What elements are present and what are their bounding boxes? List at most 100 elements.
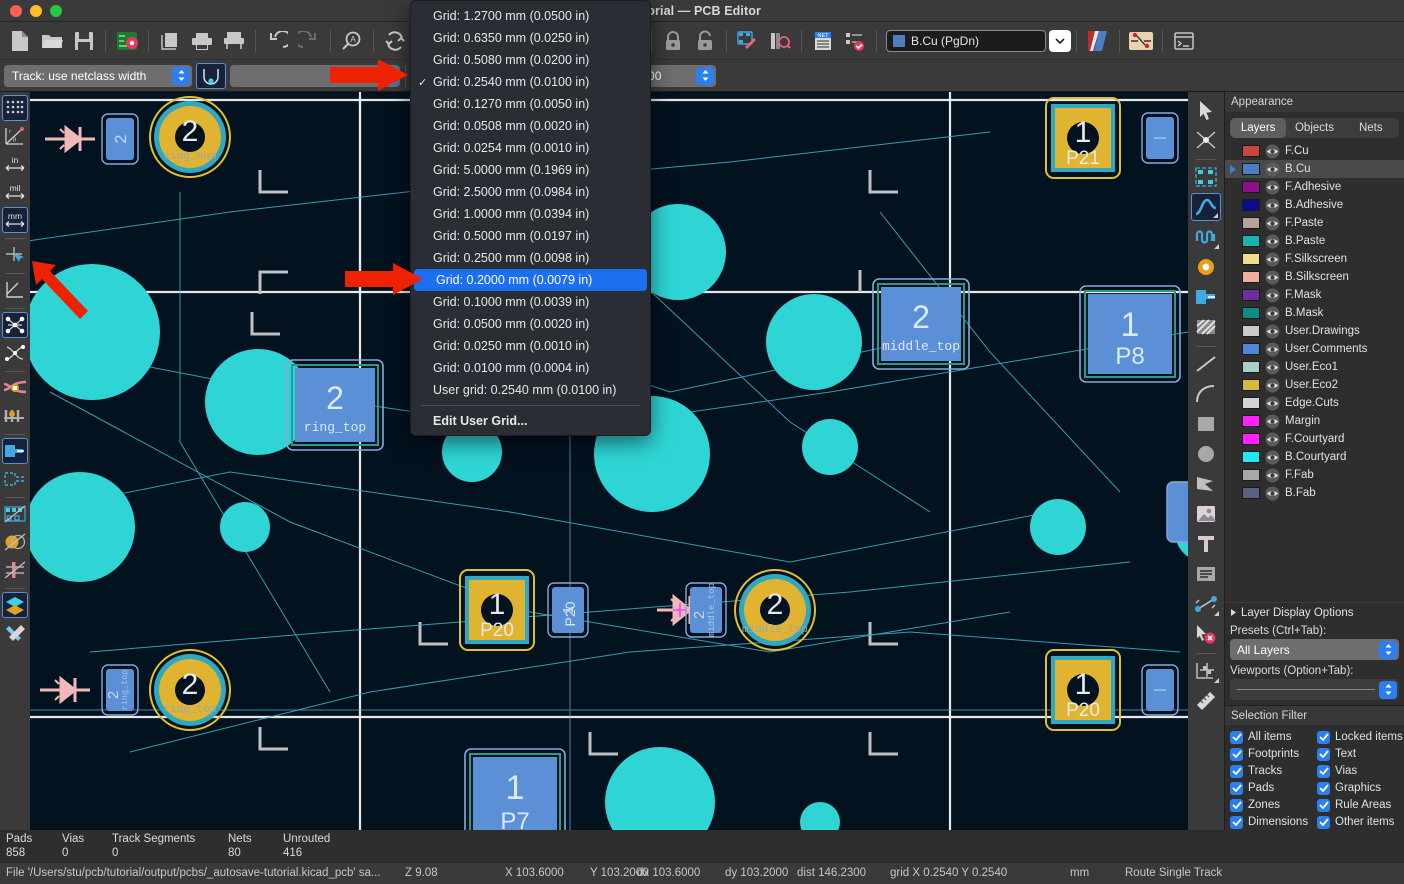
new-board-button[interactable] [5,26,35,56]
layer-row-f-cu[interactable]: F.Cu [1225,142,1404,160]
layer-row-b-cu[interactable]: B.Cu [1225,160,1404,178]
eye-icon[interactable] [1265,162,1280,177]
grid-menu-item-17[interactable]: User grid: 0.2540 mm (0.0100 in) [411,379,650,401]
eye-icon[interactable] [1265,378,1280,393]
layer-color-swatch[interactable] [1242,289,1260,301]
selection-filter-rule-areas[interactable]: Rule Areas [1317,797,1404,813]
layer-row-f-fab[interactable]: F.Fab [1225,466,1404,484]
toggle-grid-button[interactable] [2,95,28,121]
layer-color-swatch[interactable] [1242,469,1260,481]
layer-pairs-button[interactable] [1083,26,1113,56]
layer-color-swatch[interactable] [1242,397,1260,409]
grid-menu-item-11[interactable]: Grid: 0.2500 mm (0.0098 in) [411,247,650,269]
selection-filter-pads[interactable]: Pads [1230,780,1317,796]
layer-row-f-paste[interactable]: F.Paste [1225,214,1404,232]
viewports-selector[interactable] [1230,679,1399,700]
toggle-cursor-button[interactable] [2,242,28,268]
layer-color-swatch[interactable] [1242,163,1260,175]
draw-polygon-tool-button[interactable] [1191,470,1221,498]
grid-menu-item-0[interactable]: Grid: 1.2700 mm (0.0500 in) [411,5,650,27]
graphics-outline-button[interactable] [2,529,28,555]
presets-stepper[interactable] [1379,641,1397,659]
pad-display-mode-button[interactable] [2,501,28,527]
eye-icon[interactable] [1265,234,1280,249]
redo-button[interactable] [294,26,324,56]
eye-icon[interactable] [1265,180,1280,195]
layer-color-swatch[interactable] [1242,325,1260,337]
checkbox-icon[interactable] [1230,782,1243,795]
checkbox-icon[interactable] [1317,799,1330,812]
layer-row-user-drawings[interactable]: User.Drawings [1225,322,1404,340]
layer-color-swatch[interactable] [1242,235,1260,247]
layers-list[interactable]: F.CuB.CuF.AdhesiveB.AdhesiveF.PasteB.Pas… [1225,140,1404,602]
layer-color-swatch[interactable] [1242,433,1260,445]
lock-button[interactable] [658,26,688,56]
place-image-tool-button[interactable] [1191,500,1221,528]
edit-user-grid-menu-item[interactable]: Edit User Grid... [411,410,650,432]
eye-icon[interactable] [1265,468,1280,483]
units-mils-button[interactable]: mil [2,179,28,205]
eye-icon[interactable] [1265,216,1280,231]
zone-display-filled-button[interactable] [2,438,28,464]
checkbox-icon[interactable] [1230,816,1243,829]
tab-nets[interactable]: Nets [1343,118,1399,138]
selection-filter-zones[interactable]: Zones [1230,797,1317,813]
measure-tool-button[interactable] [1191,687,1221,715]
layer-row-edge-cuts[interactable]: Edge.Cuts [1225,394,1404,412]
grid-menu-item-2[interactable]: Grid: 0.5080 mm (0.0200 in) [411,49,650,71]
selection-filter-vias[interactable]: Vias [1317,763,1404,779]
selection-filter-graphics[interactable]: Graphics [1317,780,1404,796]
library-browser-button[interactable] [765,26,795,56]
checkbox-icon[interactable] [1230,799,1243,812]
via-size-preview[interactable] [196,63,226,89]
selection-filter-other-items[interactable]: Other items [1317,814,1404,830]
layer-color-swatch[interactable] [1242,307,1260,319]
checkbox-icon[interactable] [1317,816,1330,829]
eye-icon[interactable] [1265,252,1280,267]
zoom-stepper[interactable] [696,67,714,85]
page-settings-button[interactable] [155,26,185,56]
draw-circle-tool-button[interactable] [1191,440,1221,468]
eye-icon[interactable] [1265,342,1280,357]
board-setup-button[interactable] [112,26,142,56]
print-button[interactable] [187,26,217,56]
tune-length-tool-button[interactable] [1191,223,1221,251]
eye-icon[interactable] [1265,324,1280,339]
layer-row-b-paste[interactable]: B.Paste [1225,232,1404,250]
eye-icon[interactable] [1265,396,1280,411]
layer-row-b-mask[interactable]: B.Mask [1225,304,1404,322]
via-display-mode-button[interactable] [2,403,28,429]
properties-manager-button[interactable] [2,620,28,646]
net-highlight-button[interactable] [1126,26,1156,56]
grid-menu-item-5[interactable]: Grid: 0.0508 mm (0.0020 in) [411,115,650,137]
checkbox-icon[interactable] [1230,765,1243,778]
grid-menu-item-13[interactable]: Grid: 0.1000 mm (0.0039 in) [411,291,650,313]
route-track-tool-button[interactable] [1191,193,1221,221]
grid-menu-item-15[interactable]: Grid: 0.0250 mm (0.0010 in) [411,335,650,357]
layers-manager-button[interactable] [2,592,28,618]
layer-row-user-eco2[interactable]: User.Eco2 [1225,376,1404,394]
grid-menu-item-7[interactable]: Grid: 5.0000 mm (0.1969 in) [411,159,650,181]
layer-color-swatch[interactable] [1242,415,1260,427]
selection-filter-locked-items[interactable]: Locked items [1317,729,1404,745]
selection-filter-text[interactable]: Text [1317,746,1404,762]
layer-row-f-silkscreen[interactable]: F.Silkscreen [1225,250,1404,268]
checkbox-icon[interactable] [1317,748,1330,761]
layer-row-margin[interactable]: Margin [1225,412,1404,430]
layer-color-swatch[interactable] [1242,217,1260,229]
layer-color-swatch[interactable] [1242,343,1260,355]
zone-tool-button[interactable] [1191,283,1221,311]
selection-filter-tracks[interactable]: Tracks [1230,763,1317,779]
selection-filter-dimensions[interactable]: Dimensions [1230,814,1317,830]
layer-row-b-fab[interactable]: B.Fab [1225,484,1404,502]
checkbox-icon[interactable] [1317,782,1330,795]
save-board-button[interactable] [69,26,99,56]
units-inches-button[interactable]: in [2,151,28,177]
delete-tool-button[interactable] [1191,620,1221,648]
layer-color-swatch[interactable] [1242,199,1260,211]
grid-menu-item-10[interactable]: Grid: 0.5000 mm (0.0197 in) [411,225,650,247]
tab-layers[interactable]: Layers [1230,118,1286,138]
track-width-selector[interactable]: Track: use netclass width [4,65,192,87]
add-text-tool-button[interactable] [1191,530,1221,558]
refresh-button[interactable] [380,26,410,56]
